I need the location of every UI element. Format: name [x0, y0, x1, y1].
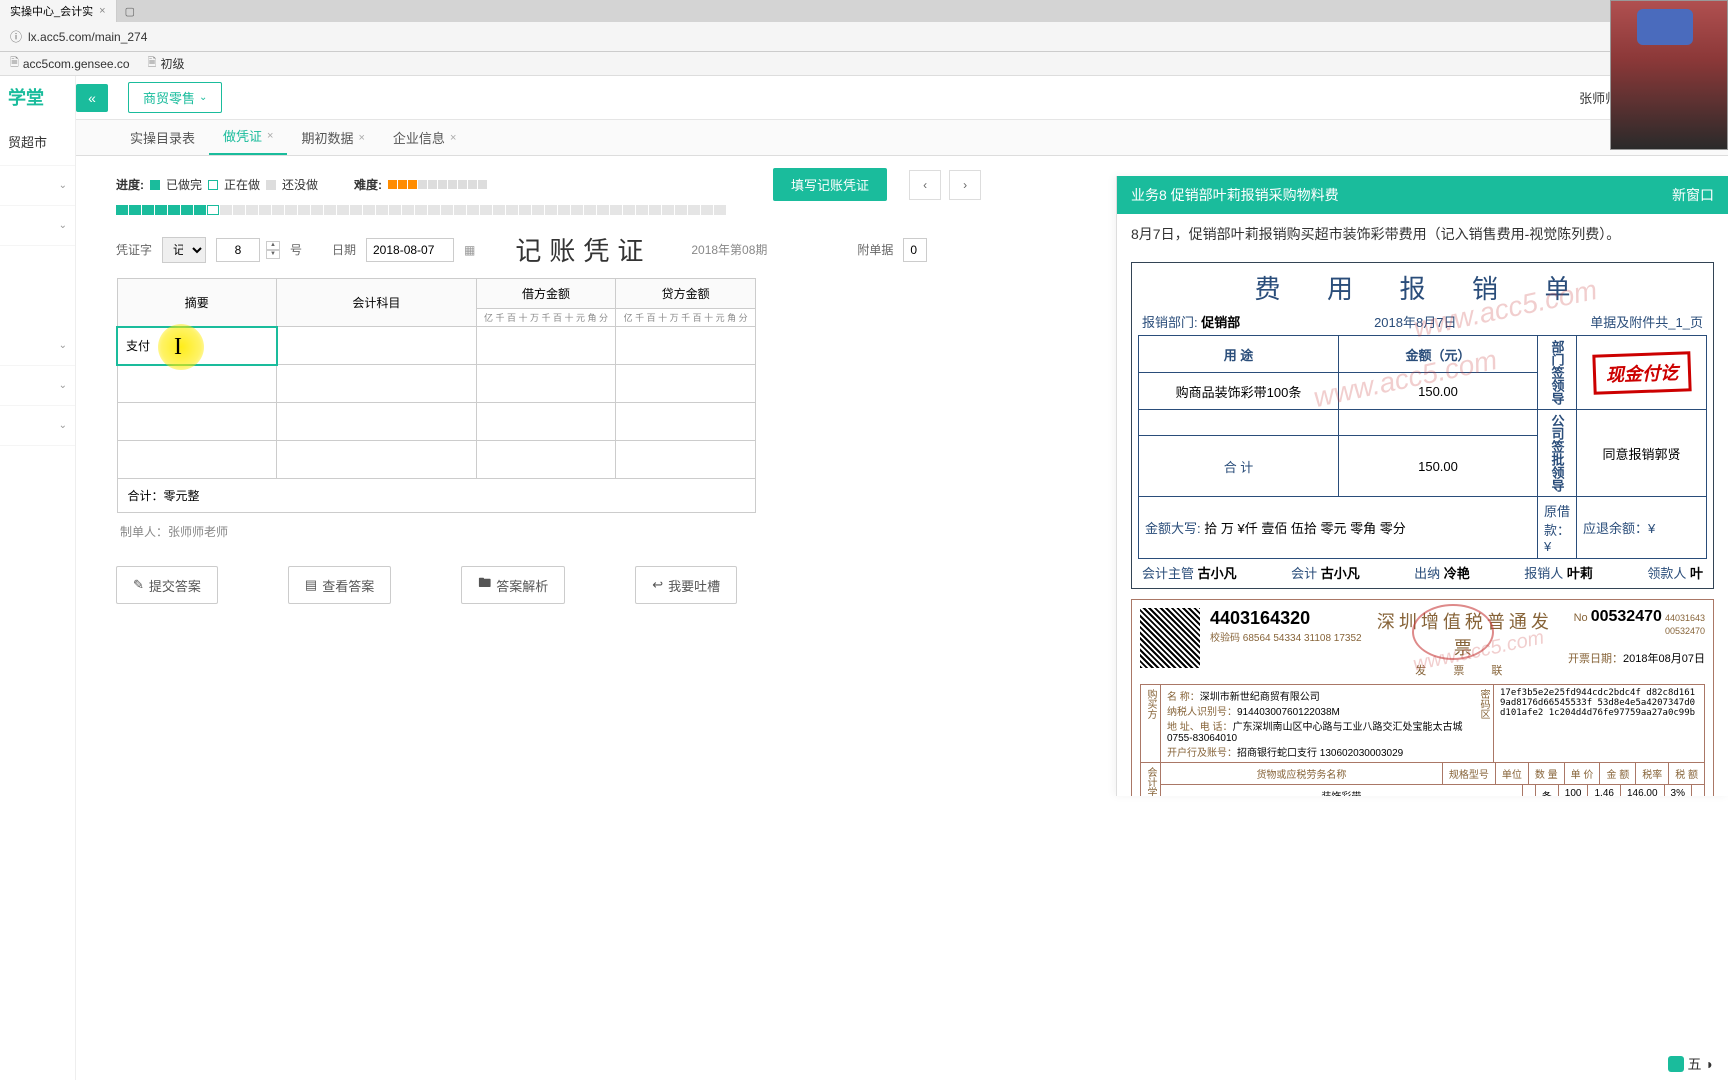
- sidebar-item[interactable]: ⌄: [0, 366, 75, 406]
- tab-voucher[interactable]: 做凭证×: [209, 118, 287, 155]
- fill-voucher-button[interactable]: 填写记账凭证: [773, 168, 887, 201]
- reimburse-table: 用 途 金额（元） 部门签领导 现金付讫 购商品装饰彩带100条 150.00 …: [1138, 335, 1707, 559]
- folder-icon: 🖿: [478, 574, 491, 596]
- next-button[interactable]: ›: [949, 170, 981, 200]
- legend-done: [150, 180, 160, 190]
- bookmark-bar: 🗎acc5com.gensee.co 🗎初级: [0, 52, 1728, 76]
- close-icon[interactable]: ×: [99, 5, 105, 17]
- bookmark-item[interactable]: 🗎初级: [148, 54, 185, 73]
- tab-title: 实操中心_会计实: [10, 3, 93, 19]
- address-bar[interactable]: ⓘ lx.acc5.com/main_274: [0, 22, 1728, 52]
- lock-icon: ⓘ: [10, 28, 22, 45]
- chevron-down-icon: ⌄: [59, 180, 67, 191]
- qr-code: [1140, 608, 1200, 668]
- browser-tabs: 实操中心_会计实 × ▢: [0, 0, 1728, 22]
- browser-tab[interactable]: 实操中心_会计实 ×: [0, 0, 117, 22]
- legend-doing: [208, 180, 218, 190]
- task-header: 业务8 促销部叶莉报销采购物料费 新窗口: [1117, 176, 1728, 214]
- ime-logo-icon: [1668, 1056, 1684, 1072]
- collapse-sidebar-button[interactable]: «: [76, 84, 108, 112]
- new-tab-button[interactable]: ▢: [117, 2, 143, 21]
- edit-icon: ✎: [133, 577, 144, 593]
- sidebar-item[interactable]: ⌄: [0, 206, 75, 246]
- tab-directory[interactable]: 实操目录表: [116, 120, 209, 155]
- chevron-down-icon: ⌄: [59, 340, 67, 351]
- summary-input[interactable]: [124, 337, 270, 355]
- col-summary: 摘要: [117, 279, 277, 327]
- chevron-down-icon: ⌄: [59, 380, 67, 391]
- chevron-down-icon: ⌄: [59, 220, 67, 231]
- content-tabs: 实操目录表 做凭证× 期初数据× 企业信息×: [76, 120, 1728, 156]
- voucher-table: 摘要 会计科目 借方金额 贷方金额 亿 千 百 十 万 千 百 十 元 角 分 …: [116, 278, 756, 513]
- difficulty-rating: [388, 180, 487, 189]
- col-debit: 借方金额: [476, 279, 616, 309]
- oval-stamp: [1412, 604, 1494, 660]
- voucher-period: 2018年第08期: [691, 241, 767, 258]
- summary-cell[interactable]: I: [117, 327, 277, 365]
- total-row: 合计：零元整: [117, 479, 756, 513]
- cash-paid-stamp: 现金付讫: [1592, 351, 1691, 394]
- voucher-title: 记账凭证: [515, 231, 651, 268]
- close-icon[interactable]: ×: [450, 132, 456, 144]
- tab-initial[interactable]: 期初数据×: [287, 120, 378, 155]
- submit-button[interactable]: ✎提交答案: [116, 566, 218, 604]
- task-panel: 业务8 促销部叶莉报销采购物料费 新窗口 8月7日，促销部叶莉报销购买超市装饰彩…: [1116, 176, 1728, 796]
- left-sidebar: 学堂 贸超市 ⌄ ⌄ ⌄ ⌄ ⌄: [0, 76, 76, 1080]
- col-credit: 贷方金额: [616, 279, 756, 309]
- document-icon: 🗎: [148, 54, 157, 73]
- webcam-overlay: [1610, 0, 1728, 150]
- document-icon: 🗎: [10, 54, 19, 73]
- sidebar-item[interactable]: 贸超市: [0, 118, 75, 166]
- attachment-count-input[interactable]: [903, 238, 927, 262]
- app-logo: 学堂: [0, 76, 75, 118]
- feedback-button[interactable]: ↩我要吐槽: [635, 566, 737, 604]
- ime-indicator[interactable]: 五 ◗: [1668, 1054, 1714, 1074]
- reply-icon: ↩: [652, 577, 663, 593]
- category-selector[interactable]: 商贸零售 ⌄: [128, 82, 222, 113]
- sidebar-item[interactable]: ⌄: [0, 326, 75, 366]
- bookmark-item[interactable]: 🗎acc5com.gensee.co: [10, 54, 130, 73]
- calendar-icon[interactable]: ▦: [464, 243, 475, 257]
- voucher-word-select[interactable]: 记: [162, 237, 206, 263]
- credit-cell[interactable]: [616, 327, 756, 365]
- col-subject: 会计科目: [277, 279, 477, 327]
- url-text: lx.acc5.com/main_274: [28, 30, 147, 44]
- chevron-down-icon: ⌄: [59, 420, 67, 431]
- list-icon: ▤: [305, 577, 317, 593]
- subject-cell[interactable]: [277, 327, 477, 365]
- sidebar-item[interactable]: ⌄: [0, 166, 75, 206]
- legend-todo: [266, 180, 276, 190]
- sidebar-item[interactable]: ⌄: [0, 406, 75, 446]
- prev-button[interactable]: ‹: [909, 170, 941, 200]
- view-answer-button[interactable]: ▤查看答案: [288, 566, 391, 604]
- close-icon[interactable]: ×: [267, 130, 273, 142]
- debit-cell[interactable]: [476, 327, 616, 365]
- reimburse-title: 费 用 报 销 单: [1138, 269, 1707, 306]
- app-bar: « 商贸零售 ⌄ 张师师老师 (SVIP会员): [0, 76, 1728, 120]
- text-cursor-icon: I: [174, 334, 182, 361]
- new-window-link[interactable]: 新窗口: [1672, 185, 1714, 205]
- voucher-date-input[interactable]: [366, 238, 454, 262]
- analysis-button[interactable]: 🖿答案解析: [461, 566, 565, 604]
- task-description: 8月7日，促销部叶莉报销购买超市装饰彩带费用（记入销售费用-视觉陈列费）。: [1117, 214, 1728, 254]
- chevron-down-icon: ⌄: [199, 92, 207, 103]
- close-icon[interactable]: ×: [358, 132, 364, 144]
- voucher-number-input[interactable]: [216, 238, 260, 262]
- invoice: www.acc5.com 4403164320 校验码 68564 54334 …: [1131, 599, 1714, 796]
- moon-icon: ◗: [1706, 1056, 1714, 1072]
- number-spinner[interactable]: ▲▼: [266, 241, 280, 259]
- tab-company[interactable]: 企业信息×: [379, 120, 470, 155]
- reimbursement-form: www.acc5.com www.acc5.com 费 用 报 销 单 报销部门…: [1131, 262, 1714, 589]
